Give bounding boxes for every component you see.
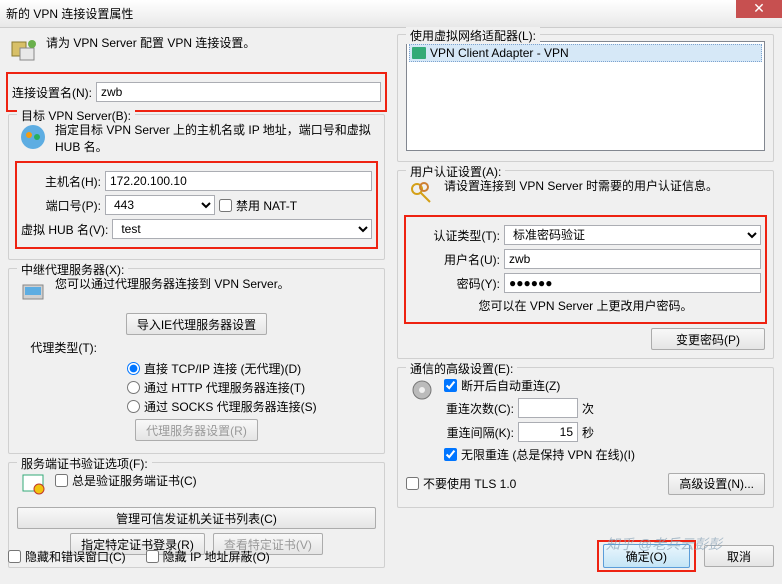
pwd-label: 密码(Y): [410,275,500,292]
hide-ip-checkbox[interactable] [146,550,159,563]
window-title: 新的 VPN 连接设置属性 [6,5,776,22]
proxy-r2: 通过 HTTP 代理服务器连接(T) [144,379,305,396]
retry-count-label: 重连次数(C): [444,400,514,417]
infinite-label: 无限重连 (总是保持 VPN 在线)(I) [461,446,635,463]
adapter-group: 使用虚拟网络适配器(L): VPN Client Adapter - VPN [397,34,774,162]
change-pwd-button[interactable]: 变更密码(P) [651,328,765,350]
target-group-title: 目标 VPN Server(B): [17,107,135,124]
import-ie-button[interactable]: 导入IE代理服务器设置 [126,313,267,335]
auth-group: 用户认证设置(A): 请设置连接到 VPN Server 时需要的用户认证信息。… [397,170,774,359]
no-tls-label: 不要使用 TLS 1.0 [423,475,516,492]
watermark: 知乎 @老兵云彭彭 [606,534,722,554]
password-input[interactable] [504,273,761,293]
adv-group-title: 通信的高级设置(E): [406,360,517,377]
retry-count-input [518,398,578,418]
auth-group-title: 用户认证设置(A): [406,163,505,180]
nat-t-checkbox[interactable] [219,199,232,212]
cert-always: 总是验证服务端证书(C) [72,472,197,489]
conn-name-input[interactable] [96,82,381,102]
user-label: 用户名(U): [410,251,500,268]
retry-count-unit: 次 [582,400,594,417]
hide-ip-label: 隐藏 IP 地址屏蔽(O) [163,548,270,565]
port-label: 端口号(P): [21,197,101,214]
retry-interval-unit: 秒 [582,424,594,441]
retry-interval-input[interactable] [518,422,578,442]
hub-label: 虚拟 HUB 名(V): [21,221,108,238]
proxy-settings-button: 代理服务器设置(R) [135,419,258,441]
hide-error-checkbox[interactable] [8,550,21,563]
hub-select[interactable]: test [112,219,372,239]
auth-type-select[interactable]: 标准密码验证 [504,225,761,245]
adapter-group-title: 使用虚拟网络适配器(L): [406,27,540,44]
username-input[interactable] [504,249,761,269]
target-server-group: 目标 VPN Server(B): 指定目标 VPN Server 上的主机名或… [8,114,385,260]
port-select[interactable]: 443 [105,195,215,215]
proxy-group: 中继代理服务器(X): 您可以通过代理服务器连接到 VPN Server。 导入… [8,268,385,454]
intro-text: 请为 VPN Server 配置 VPN 连接设置。 [46,34,255,51]
advanced-settings-button[interactable]: 高级设置(N)... [668,473,765,495]
server-icon [17,121,49,153]
vpn-settings-icon [8,34,40,66]
keys-icon [406,177,438,209]
reconnect-label: 断开后自动重连(Z) [461,377,560,394]
manage-ca-button[interactable]: 管理可信发证机关证书列表(C) [17,507,376,529]
cert-icon [17,469,49,501]
gear-icon [406,374,438,406]
auth-type-label: 认证类型(T): [410,227,500,244]
nat-t-label: 禁用 NAT-T [236,197,297,214]
host-input[interactable] [105,171,372,191]
adapter-icon [412,47,426,59]
no-tls-checkbox[interactable] [406,477,419,490]
advanced-group: 通信的高级设置(E): 断开后自动重连(Z) 重连次数(C): 次 重连间隔(K… [397,367,774,508]
proxy-http-radio[interactable] [127,381,140,394]
hide-err-label: 隐藏和错误窗口(C) [25,548,126,565]
conn-name-label: 连接设置名(N): [12,84,92,101]
infinite-reconnect-checkbox[interactable] [444,448,457,461]
close-button[interactable]: ✕ [736,0,782,18]
titlebar: 新的 VPN 连接设置属性 ✕ [0,0,782,28]
proxy-r1: 直接 TCP/IP 连接 (无代理)(D) [144,360,301,377]
proxy-r3: 通过 SOCKS 代理服务器连接(S) [144,398,317,415]
proxy-group-title: 中继代理服务器(X): [17,261,128,278]
proxy-socks-radio[interactable] [127,400,140,413]
adapter-list[interactable]: VPN Client Adapter - VPN [406,41,765,151]
auto-reconnect-checkbox[interactable] [444,379,457,392]
adapter-item[interactable]: VPN Client Adapter - VPN [409,44,762,62]
always-verify-checkbox[interactable] [55,474,68,487]
retry-interval-label: 重连间隔(K): [444,424,514,441]
host-label: 主机名(H): [21,173,101,190]
pwd-note: 您可以在 VPN Server 上更改用户密码。 [410,297,761,314]
target-instruct: 指定目标 VPN Server 上的主机名或 IP 地址，端口号和虚拟 HUB … [55,121,376,155]
proxy-icon [17,275,49,307]
proxy-type-label: 代理类型(T): [17,339,97,356]
proxy-direct-radio[interactable] [127,362,140,375]
cert-group-title: 服务端证书验证选项(F): [17,455,152,472]
